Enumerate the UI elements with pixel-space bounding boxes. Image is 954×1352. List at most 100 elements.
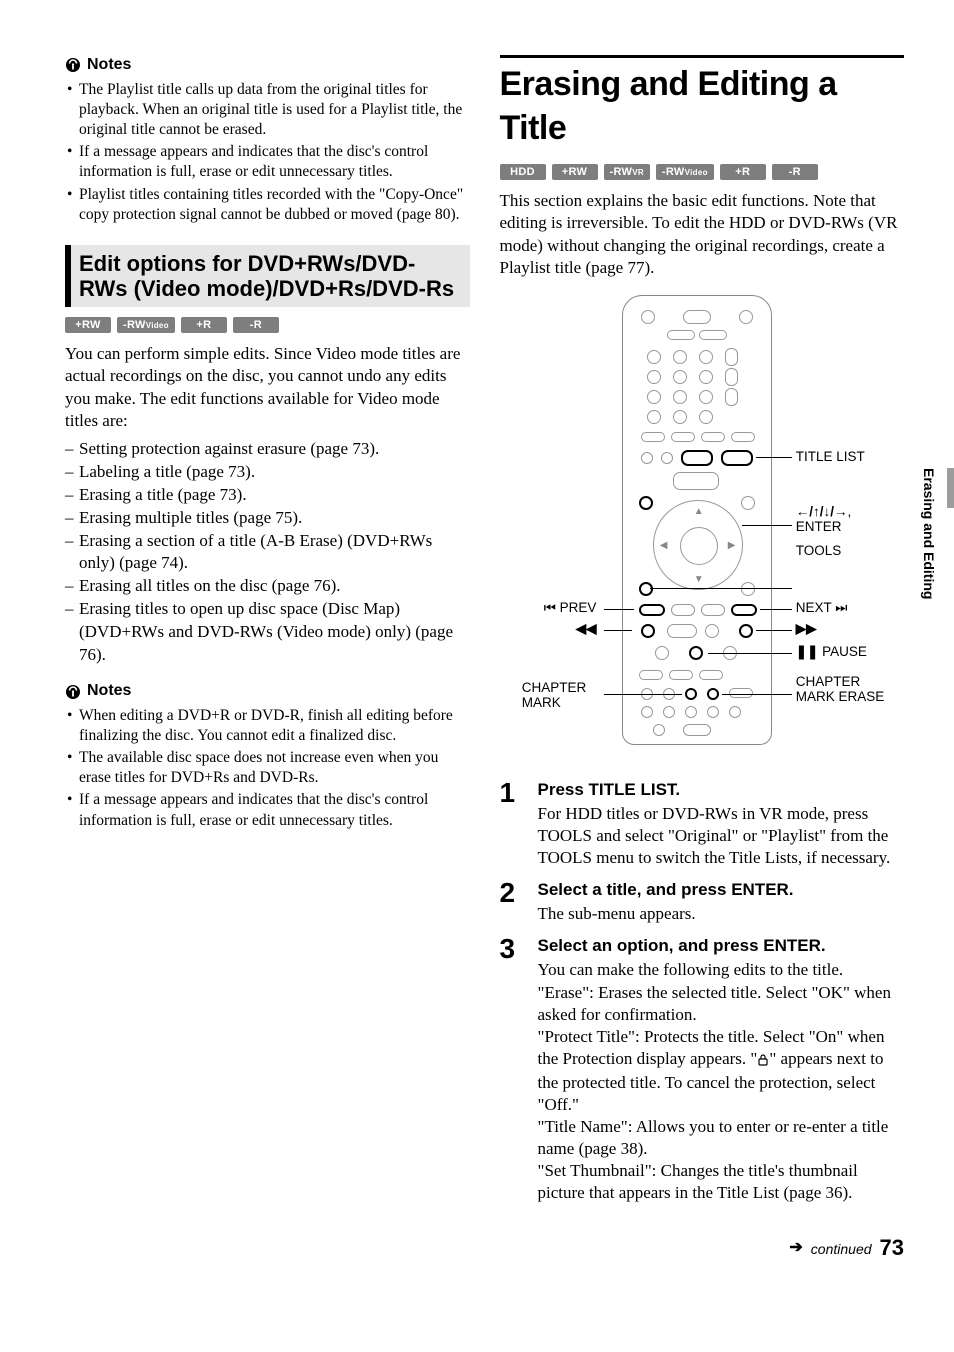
remote-button (667, 330, 695, 340)
remote-numpad (699, 410, 713, 424)
remote-numpad (699, 390, 713, 404)
remote-button (725, 348, 738, 366)
right-intro: This section explains the basic edit fun… (500, 190, 905, 278)
dpad: ▲ ▼ ◀ ▶ (653, 500, 743, 590)
remote-numpad (647, 410, 661, 424)
label-next: NEXT ⏭ (796, 601, 848, 616)
prev-button (639, 604, 665, 616)
left-column: Notes The Playlist title calls up data f… (65, 55, 470, 1214)
label-title-list: TITLE LIST (796, 450, 865, 465)
step-body-text: You can make the following edits to the … (538, 959, 905, 1204)
note-item: Playlist titles containing titles record… (65, 185, 470, 225)
page-title: Erasing and Editing a Title (500, 62, 905, 150)
badge-minus-r: -R (233, 317, 279, 333)
label-rew: ◀◀ (576, 622, 597, 637)
right-column: Erasing and Editing a Title HDD +RW -RWV… (500, 55, 905, 1214)
badge-minus-r: -R (772, 164, 818, 180)
badge-minus-rw-video: -RWVideo (656, 164, 714, 180)
step-number: 1 (500, 779, 524, 869)
continued-label: continued (811, 1240, 872, 1258)
page-number: 73 (880, 1234, 904, 1263)
notes-icon (65, 684, 81, 700)
notes-label: Notes (87, 681, 131, 702)
remote-button (699, 670, 723, 680)
arrow-right-icon: ➔ (789, 1238, 802, 1259)
side-tab-label: Erasing and Editing (921, 468, 937, 599)
remote-button (671, 604, 695, 616)
remote-button (639, 670, 663, 680)
step-number: 3 (500, 935, 524, 1204)
pause-button (689, 646, 703, 660)
note-item: The available disc space does not increa… (65, 748, 470, 788)
remote-button (699, 330, 727, 340)
intro-paragraph: You can perform simple edits. Since Vide… (65, 343, 470, 431)
remote-button (663, 706, 675, 718)
label-ff: ▶▶ (796, 622, 817, 637)
list-item: Erasing a title (page 73). (65, 484, 470, 507)
list-item: Erasing all titles on the disc (page 76)… (65, 575, 470, 598)
remote-button (701, 604, 725, 616)
remote-button (725, 368, 738, 386)
step-body-text: The sub-menu appears. (538, 903, 905, 925)
remote-button (639, 496, 653, 510)
chapter-mark-erase-button (707, 688, 719, 700)
remote-button (701, 432, 725, 442)
label-chapter-mark-erase: CHAPTERMARK ERASE (796, 675, 885, 705)
remote-button (673, 472, 719, 490)
tools-button (639, 582, 653, 596)
remote-button (729, 688, 753, 698)
remote-numpad (673, 390, 687, 404)
next-button (731, 604, 757, 616)
badge-plus-rw: +RW (65, 317, 111, 333)
chapter-mark-button (685, 688, 697, 700)
badge-plus-r: +R (181, 317, 227, 333)
remote-numpad (673, 410, 687, 424)
label-chapter-mark: CHAPTERMARK (522, 681, 587, 711)
remote-numpad (647, 390, 661, 404)
step-body-text: For HDD titles or DVD-RWs in VR mode, pr… (538, 803, 905, 869)
badge-plus-rw: +RW (552, 164, 598, 180)
list-item: Labeling a title (page 73). (65, 461, 470, 484)
label-tools: TOOLS (796, 544, 842, 559)
remote-button (725, 388, 738, 406)
remote-button (741, 582, 755, 596)
page-footer: ➔ continued 73 (65, 1234, 904, 1263)
step-heading: Select an option, and press ENTER. (538, 935, 905, 957)
remote-button (641, 706, 653, 718)
disc-badges-right: HDD +RW -RWVR -RWVideo +R -R (500, 164, 905, 180)
badge-hdd: HDD (500, 164, 546, 180)
remote-button (685, 706, 697, 718)
lock-icon (757, 1050, 769, 1072)
step-number: 2 (500, 879, 524, 925)
notes-label: Notes (87, 55, 131, 76)
step: 1 Press TITLE LIST. For HDD titles or DV… (500, 779, 905, 869)
disc-badges-left: +RW -RWVideo +R -R (65, 317, 470, 333)
notes-icon (65, 57, 81, 73)
list-item: Erasing a section of a title (A-B Erase)… (65, 530, 470, 576)
note-item: When editing a DVD+R or DVD-R, finish al… (65, 706, 470, 746)
remote-button (661, 452, 673, 464)
remote-button (729, 706, 741, 718)
side-tab: Erasing and Editing (928, 460, 954, 599)
remote-button (683, 724, 711, 736)
step-heading: Select a title, and press ENTER. (538, 879, 905, 901)
remote-button (655, 646, 669, 660)
section-heading: Edit options for DVD+RWs/DVD-RWs (Video … (65, 245, 470, 308)
steps-list: 1 Press TITLE LIST. For HDD titles or DV… (500, 779, 905, 1205)
remote-button (671, 432, 695, 442)
notes-heading-1: Notes (65, 55, 470, 76)
step-heading: Press TITLE LIST. (538, 779, 905, 801)
remote-button (707, 706, 719, 718)
ff-button (739, 624, 753, 638)
list-item: Setting protection against erasure (page… (65, 438, 470, 461)
notes-heading-2: Notes (65, 681, 470, 702)
notes-list-1: The Playlist title calls up data from th… (65, 80, 470, 225)
label-arrows-enter: ←/↑/↓/→,ENTER (796, 505, 852, 535)
remote-button (731, 432, 755, 442)
list-item: Erasing multiple titles (page 75). (65, 507, 470, 530)
remote-numpad (699, 350, 713, 364)
remote-button (669, 670, 693, 680)
title-list-button (721, 450, 753, 466)
remote-button (653, 724, 665, 736)
side-tab-marker (947, 468, 954, 508)
